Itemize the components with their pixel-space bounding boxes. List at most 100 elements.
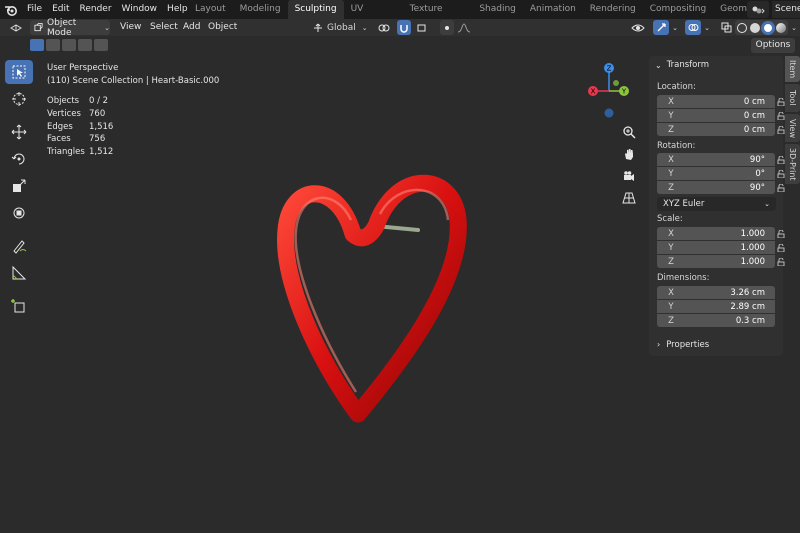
xray-toggle[interactable]	[717, 20, 735, 35]
tab-uv-editing[interactable]: UV Editing	[344, 0, 403, 33]
select-invert-icon[interactable]	[78, 39, 92, 51]
visibility-button[interactable]	[627, 20, 649, 35]
move-tool[interactable]	[5, 120, 33, 144]
rotation-z-field[interactable]: Z 90°	[657, 181, 775, 194]
lock-icon[interactable]	[777, 112, 785, 120]
tab-animation[interactable]: Animation	[523, 0, 583, 19]
scale-tool[interactable]	[5, 174, 33, 198]
dimensions-x-field[interactable]: X 3.26 cm	[657, 286, 775, 299]
falloff-button[interactable]	[455, 20, 473, 35]
lock-icon[interactable]	[777, 156, 785, 164]
transform-orientation-dropdown[interactable]: Global ⌄	[313, 20, 369, 35]
overlays-options-button[interactable]: ⌄	[701, 20, 713, 35]
gizmo-neg-y[interactable]	[613, 80, 619, 86]
menu-view[interactable]: View	[120, 19, 141, 36]
select-extend-icon[interactable]	[46, 39, 60, 51]
hand-icon	[625, 149, 633, 160]
location-x-field[interactable]: X 0 cm	[657, 95, 775, 108]
menu-object[interactable]: Object	[208, 19, 237, 36]
heart-3d-object[interactable]	[268, 160, 478, 430]
cursor-tool[interactable]	[5, 87, 33, 111]
select-subtract-icon[interactable]	[62, 39, 76, 51]
rotate-tool[interactable]	[5, 147, 33, 171]
lock-icon[interactable]	[777, 258, 785, 266]
tab-layout[interactable]: Layout	[188, 0, 233, 19]
tab-shading[interactable]: Shading	[472, 0, 523, 19]
tab-texture-paint[interactable]: Texture Paint	[403, 0, 473, 33]
mode-label: Object Mode	[47, 17, 77, 38]
stat-value: 1,512	[89, 147, 114, 158]
annotate-tool[interactable]	[5, 234, 33, 258]
lock-icon[interactable]	[777, 98, 785, 106]
transform-panel-header[interactable]: ⌄ Transform	[649, 56, 783, 74]
lock-icon[interactable]	[777, 230, 785, 238]
navigation-gizmo[interactable]: Z X Y	[584, 60, 636, 122]
rotation-mode-dropdown[interactable]: XYZ Euler ⌄	[657, 197, 776, 211]
lock-icon[interactable]	[777, 184, 785, 192]
tab-sculpting[interactable]: Sculpting	[287, 0, 344, 19]
menu-edit[interactable]: Edit	[47, 0, 74, 19]
solid-shading-icon[interactable]	[750, 22, 760, 33]
gizmo-toggle[interactable]	[653, 20, 669, 35]
measure-tool[interactable]	[5, 261, 33, 285]
dimensions-y-field[interactable]: Y 2.89 cm	[657, 300, 775, 313]
rendered-shading-icon[interactable]	[776, 22, 786, 33]
proportional-edit-toggle[interactable]	[440, 20, 454, 35]
menu-file[interactable]: File	[22, 0, 47, 19]
pivot-point-button[interactable]	[374, 20, 394, 35]
scene-name-field[interactable]: Scene	[772, 1, 800, 18]
lock-icon[interactable]	[777, 126, 785, 134]
overlays-toggle[interactable]	[685, 20, 701, 35]
stat-value: 760	[89, 108, 106, 119]
tab-modeling[interactable]: Modeling	[233, 0, 288, 19]
tab-item[interactable]: Item	[785, 56, 800, 82]
dimensions-z-field[interactable]: Z 0.3 cm	[657, 314, 775, 327]
lock-icon[interactable]	[777, 170, 785, 178]
scale-x-field[interactable]: X 1.000	[657, 227, 775, 240]
stat-label: Faces	[47, 134, 71, 145]
tab-3d-print[interactable]: 3D-Print	[785, 144, 800, 184]
scene-icon[interactable]	[747, 1, 769, 18]
rotation-x-field[interactable]: X 90°	[657, 153, 775, 166]
select-box-tool[interactable]	[5, 60, 33, 84]
add-cube-tool[interactable]	[5, 294, 33, 318]
editor-type-button[interactable]	[6, 20, 26, 35]
mode-dropdown[interactable]: Object Mode ⌄	[30, 17, 110, 38]
tab-compositing[interactable]: Compositing	[643, 0, 713, 19]
location-z-field[interactable]: Z 0 cm	[657, 123, 775, 136]
select-new-icon[interactable]	[30, 39, 44, 51]
shading-options-button[interactable]: ⌄	[788, 20, 800, 35]
camera-view-button[interactable]	[619, 166, 639, 186]
wireframe-shading-icon[interactable]	[737, 22, 747, 33]
scale-y-field[interactable]: Y 1.000	[657, 241, 775, 254]
transform-tool[interactable]	[5, 201, 33, 225]
perspective-toggle-button[interactable]	[619, 188, 639, 208]
orientation-icon	[314, 23, 322, 32]
stat-label: Objects	[47, 96, 80, 106]
location-y-field[interactable]: Y 0 cm	[657, 109, 775, 122]
menu-window[interactable]: Window	[117, 0, 163, 19]
scale-z-field[interactable]: Z 1.000	[657, 255, 775, 268]
tab-tool[interactable]: Tool	[785, 84, 800, 112]
properties-panel-header[interactable]: › Properties	[649, 336, 783, 353]
material-preview-shading-icon[interactable]	[763, 22, 773, 33]
tab-rendering[interactable]: Rendering	[583, 0, 643, 19]
menu-select[interactable]: Select	[150, 19, 178, 36]
zoom-button[interactable]	[619, 122, 639, 142]
tab-view[interactable]: View	[785, 114, 800, 142]
field-value: 90°	[749, 182, 765, 193]
menu-render[interactable]: Render	[75, 0, 117, 19]
menu-add[interactable]: Add	[183, 19, 200, 36]
tool-settings-row: Options	[0, 37, 800, 54]
snap-toggle[interactable]	[397, 20, 411, 35]
pan-button[interactable]	[619, 144, 639, 164]
gizmo-options-button[interactable]: ⌄	[669, 20, 681, 35]
lock-icon[interactable]	[777, 244, 785, 252]
blender-logo-icon[interactable]	[0, 0, 22, 19]
options-button[interactable]: Options	[751, 38, 795, 53]
snap-target-button[interactable]	[414, 20, 430, 35]
select-intersect-icon[interactable]	[94, 39, 108, 51]
gizmo-neg-z[interactable]	[604, 108, 614, 118]
rotation-y-field[interactable]: Y 0°	[657, 167, 775, 180]
tab-tool-label: Tool	[788, 90, 797, 106]
